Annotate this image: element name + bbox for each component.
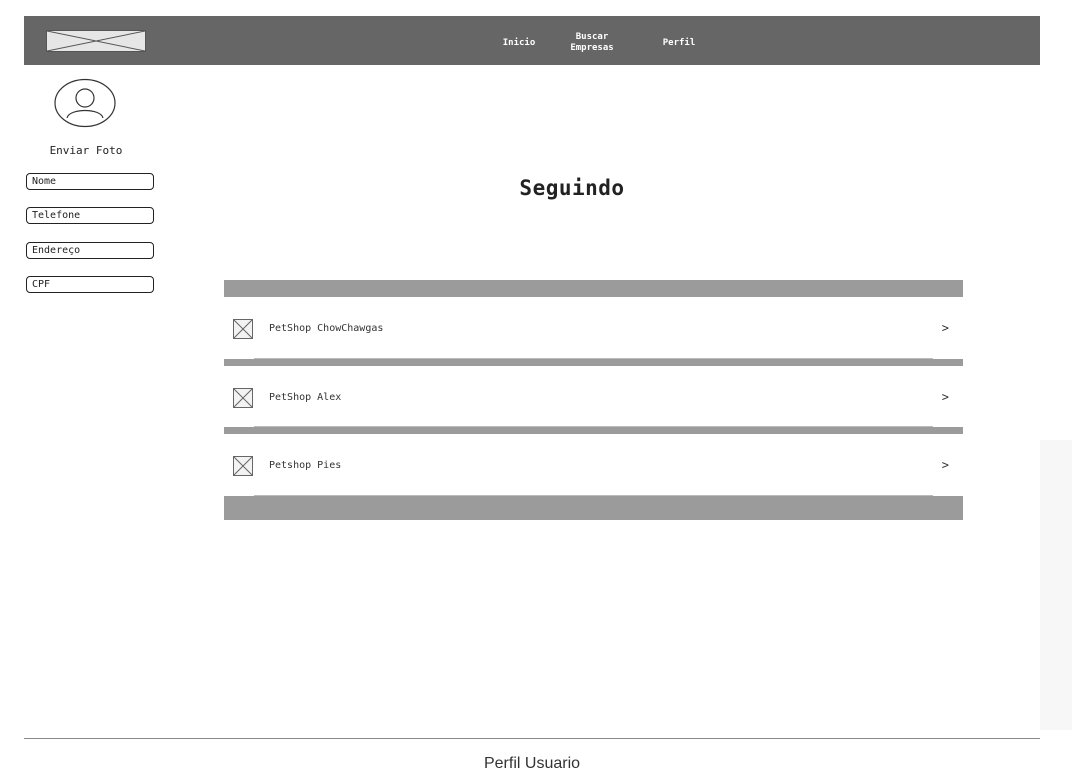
top-navigation-bar: Inicio Buscar Empresas Perfil xyxy=(24,16,1040,65)
background-artifact xyxy=(1040,440,1072,730)
image-placeholder-icon xyxy=(233,388,253,408)
logo-placeholder xyxy=(46,30,146,52)
row-divider xyxy=(254,426,933,427)
nav-buscar-empresas[interactable]: Buscar Empresas xyxy=(562,32,622,54)
send-photo-button[interactable]: Enviar Foto xyxy=(44,144,128,157)
phone-field[interactable]: Telefone xyxy=(26,207,154,224)
chevron-right-icon[interactable]: > xyxy=(942,321,949,335)
nav-perfil[interactable]: Perfil xyxy=(658,38,700,49)
footer-divider xyxy=(24,738,1040,739)
image-placeholder-icon xyxy=(233,319,253,339)
name-field[interactable]: Nome xyxy=(26,173,154,190)
row-divider xyxy=(254,495,933,496)
cpf-field[interactable]: CPF xyxy=(26,276,154,293)
address-field[interactable]: Endereço xyxy=(26,242,154,259)
following-list: PetShop ChowChawgas > PetShop Alex > Pet… xyxy=(224,280,963,520)
chevron-right-icon[interactable]: > xyxy=(942,458,949,472)
user-avatar-icon[interactable] xyxy=(53,78,117,128)
screen-caption: Perfil Usuario xyxy=(483,755,581,772)
list-item[interactable]: Petshop Pies > xyxy=(224,434,963,496)
row-divider xyxy=(254,358,933,359)
page-title: Seguindo xyxy=(519,176,625,200)
list-item[interactable]: PetShop ChowChawgas > xyxy=(224,297,963,359)
chevron-right-icon[interactable]: > xyxy=(942,390,949,404)
image-placeholder-icon xyxy=(233,456,253,476)
company-name: PetShop Alex xyxy=(269,392,342,403)
company-name: PetShop ChowChawgas xyxy=(269,323,384,334)
company-name: Petshop Pies xyxy=(269,460,342,471)
nav-inicio[interactable]: Inicio xyxy=(498,38,540,49)
list-item[interactable]: PetShop Alex > xyxy=(224,366,963,427)
